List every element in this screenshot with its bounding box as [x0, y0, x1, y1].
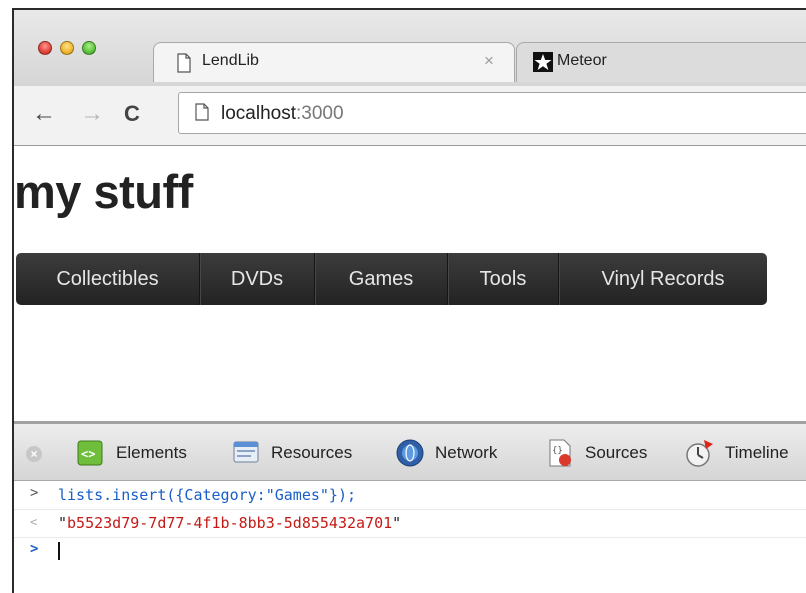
devtools-tab-elements[interactable]: <> Elements — [75, 434, 187, 472]
category-navbar: Collectibles DVDs Games Tools Vinyl Reco… — [16, 253, 767, 305]
devtools-tab-label: Timeline — [725, 443, 789, 462]
category-collectibles[interactable]: Collectibles — [16, 253, 200, 305]
timeline-icon — [686, 440, 713, 467]
console-prompt-icon: > — [30, 485, 39, 501]
devtools-close-icon[interactable]: × — [26, 446, 42, 462]
console-prompt-line[interactable]: > — [14, 538, 806, 565]
tab-meteor[interactable]: Meteor — [516, 42, 806, 82]
category-dvds[interactable]: DVDs — [200, 253, 315, 305]
page-icon — [195, 103, 209, 121]
url-port: :3000 — [296, 103, 344, 124]
category-tools[interactable]: Tools — [448, 253, 559, 305]
page-title: my stuff — [14, 165, 193, 218]
devtools-tab-label: Elements — [116, 443, 187, 462]
devtools-tab-label: Network — [435, 443, 498, 462]
text-cursor — [58, 542, 60, 560]
zoom-window-button[interactable] — [82, 41, 96, 55]
window-left-border — [12, 8, 14, 593]
tab-title: Meteor — [557, 52, 607, 69]
devtools-tab-sources[interactable]: {} Sources — [544, 434, 647, 472]
sources-icon: {} — [549, 439, 571, 467]
svg-text:<>: <> — [81, 447, 95, 461]
page-icon — [177, 53, 191, 73]
window-top-border — [12, 8, 806, 10]
url-host: localhost — [221, 103, 296, 124]
devtools-tab-resources[interactable]: Resources — [230, 434, 352, 472]
console-result: "b5523d79-7d77-4f1b-8bb3-5d855432a701" — [58, 514, 402, 532]
address-bar[interactable]: localhost:3000 — [178, 92, 806, 134]
devtools-tab-network[interactable]: Network — [394, 434, 497, 472]
browser-window: LendLib × Meteor ← → C localhost:3000 my… — [0, 0, 806, 593]
tab-title: LendLib — [202, 52, 259, 69]
resources-icon — [233, 441, 259, 463]
devtools-tab-label: Sources — [585, 443, 648, 462]
close-tab-icon[interactable]: × — [484, 51, 494, 71]
console-active-prompt-icon: > — [30, 541, 39, 557]
meteor-star-icon — [533, 52, 553, 72]
forward-button[interactable]: → — [80, 99, 104, 129]
category-vinyl-records[interactable]: Vinyl Records — [559, 253, 767, 305]
console-command: lists.insert({Category:"Games"}); — [58, 486, 357, 504]
console-input-line: > lists.insert({Category:"Games"}); — [14, 482, 806, 510]
tab-lendlib[interactable]: LendLib × — [153, 42, 515, 82]
category-games[interactable]: Games — [315, 253, 448, 305]
console-result-value: b5523d79-7d77-4f1b-8bb3-5d855432a701 — [67, 514, 393, 532]
reload-button[interactable]: C — [124, 99, 140, 129]
devtools-tab-label: Resources — [271, 443, 353, 462]
minimize-window-button[interactable] — [60, 41, 74, 55]
back-button[interactable]: ← — [32, 99, 56, 129]
console-panel[interactable]: > lists.insert({Category:"Games"}); < "b… — [14, 482, 806, 593]
network-icon — [396, 439, 424, 467]
close-window-button[interactable] — [38, 41, 52, 55]
devtools-tab-timeline[interactable]: Timeline — [684, 434, 789, 472]
svg-text:{}: {} — [552, 446, 563, 456]
url-text: localhost:3000 — [221, 103, 344, 125]
console-result-icon: < — [30, 515, 38, 529]
elements-icon: <> — [77, 440, 103, 466]
console-result-line: < "b5523d79-7d77-4f1b-8bb3-5d855432a701" — [14, 510, 806, 538]
